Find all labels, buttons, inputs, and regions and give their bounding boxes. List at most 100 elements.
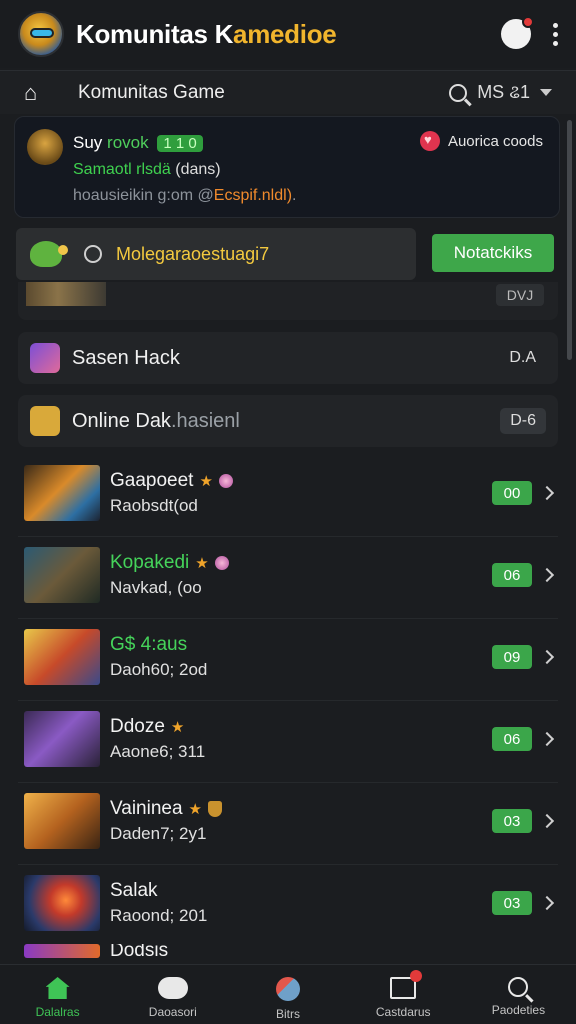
game-badge: 00: [492, 481, 532, 505]
nav-item-games[interactable]: Daoasori: [115, 965, 230, 1024]
search-icon[interactable]: [449, 83, 468, 102]
user-status: Samaotl rlsdä: [73, 161, 171, 178]
chevron-right-icon[interactable]: [539, 731, 555, 747]
app-bar: Komunitas Kamedioe: [0, 0, 576, 68]
overflow-menu-icon[interactable]: [553, 22, 558, 46]
list-item-partial[interactable]: DVJ: [18, 282, 558, 320]
menu-item-label: Sasen Hack: [72, 346, 180, 369]
box-icon: [390, 970, 423, 999]
favorites-link[interactable]: Auorica coods: [419, 131, 543, 151]
announcement-banner[interactable]: Molegaraoestuagi7: [16, 228, 416, 280]
game-row[interactable]: Vaininea ★ Daden7; 2y1 03: [18, 784, 558, 858]
nav-label: Paodeties: [491, 1003, 546, 1017]
game-subtitle: Navkad, (oo: [110, 578, 202, 597]
app-title: Komunitas Kamedioe: [76, 18, 337, 50]
game-subtitle: Raobsdt(od: [110, 496, 198, 515]
radio-icon[interactable]: [84, 245, 102, 263]
game-subtitle: Daoh60; 2od: [110, 660, 208, 679]
game-title: Salak: [110, 880, 158, 901]
chevron-right-icon[interactable]: [539, 895, 555, 911]
game-badge: 06: [492, 727, 532, 751]
scrollbar[interactable]: [567, 120, 572, 360]
hack-icon: [30, 343, 60, 373]
chevron-right-icon[interactable]: [539, 567, 555, 583]
game-title: Gaapoeet ★: [110, 470, 233, 492]
game-badge: 03: [492, 809, 532, 833]
game-thumbnail: [24, 547, 100, 603]
gamepad-icon: [157, 977, 188, 999]
gem-icon: [218, 474, 233, 488]
level-badge: 1 1 0: [157, 135, 203, 152]
game-badge: 06: [492, 563, 532, 587]
search-icon: [508, 977, 529, 997]
notification-dot: [410, 970, 423, 982]
nav-item-inbox[interactable]: Castdarus: [346, 965, 461, 1024]
menu-item-hack[interactable]: Sasen Hack D.A: [18, 332, 558, 384]
nav-label: Daoasori: [148, 1005, 197, 1019]
app-title-accent: amedioe: [233, 18, 337, 49]
menu-item-label: Online Dak.hasienl: [72, 409, 240, 432]
game-thumbnail: [24, 629, 100, 685]
nav-label: Castdarus: [375, 1005, 431, 1019]
turtle-icon: [30, 241, 68, 267]
menu-item-online[interactable]: Online Dak.hasienl D-6: [18, 395, 558, 447]
nav-item-friends[interactable]: Bitrs: [230, 965, 345, 1024]
game-title: Vaininea ★: [110, 798, 222, 820]
game-row[interactable]: Ddoze ★ Aaone6; 311 06: [18, 702, 558, 776]
home-icon[interactable]: ⌂: [24, 80, 50, 106]
gem-icon: [214, 556, 229, 570]
game-row[interactable]: G$ 4:aus Daoh60; 2od 09: [18, 620, 558, 694]
game-thumbnail: [24, 793, 100, 849]
user-info-link[interactable]: Ecspif.nldl): [214, 187, 292, 204]
chevron-down-icon[interactable]: [540, 89, 552, 96]
user-card[interactable]: Suy rovok 1 1 0 Samaotl rlsdä (dans) hoa…: [14, 116, 560, 218]
notification-dot: [522, 16, 534, 28]
home-icon: [45, 977, 70, 999]
app-logo-icon[interactable]: [18, 11, 64, 57]
star-icon: ★: [170, 719, 185, 736]
game-title: Kopakedi ★: [110, 552, 229, 574]
announcement-text: Molegaraoestuagi7: [116, 243, 270, 264]
game-thumbnail: [24, 944, 100, 958]
game-title: G$ 4:aus: [110, 634, 188, 655]
chevron-right-icon[interactable]: [539, 485, 555, 501]
game-subtitle: Daden7; 2y1: [110, 824, 207, 843]
notification-bell-icon[interactable]: [501, 16, 534, 49]
nav-label: Dalalras: [35, 1005, 80, 1019]
avatar[interactable]: [27, 129, 63, 165]
game-badge: 09: [492, 645, 532, 669]
game-subtitle: Raoond; 201: [110, 906, 208, 925]
user-status-extra: (dans): [175, 161, 221, 178]
nav-label: Bitrs: [276, 1007, 300, 1021]
filter-label[interactable]: MS ଌ1: [477, 82, 530, 103]
user-card-line-1: Suy rovok 1 1 0: [73, 133, 203, 153]
online-icon: [30, 406, 60, 436]
game-thumbnail: [24, 465, 100, 521]
game-row-partial[interactable]: Dodsis: [18, 944, 558, 964]
game-thumbnail: [24, 875, 100, 931]
game-title: Ddoze ★: [110, 716, 185, 737]
star-icon: ★: [188, 801, 202, 818]
menu-item-code: D-6: [500, 408, 546, 434]
game-row[interactable]: Gaapoeet ★ Raobsdt(od 00: [18, 456, 558, 530]
game-row[interactable]: Salak Raoond; 201 03: [18, 866, 558, 940]
user-info-text: hoausieikin g:om @: [73, 187, 214, 204]
row-code: DVJ: [496, 284, 544, 306]
game-thumbnail: [24, 711, 100, 767]
nav-item-search[interactable]: Paodeties: [461, 965, 576, 1024]
game-row[interactable]: Kopakedi ★ Navkad, (oo 06: [18, 538, 558, 612]
user-handle: rovok: [107, 133, 149, 152]
section-header: ⌂ Komunitas Game MS ଌ1: [0, 70, 576, 114]
nav-item-home[interactable]: Dalalras: [0, 965, 115, 1024]
favorites-label: Auorica coods: [447, 132, 543, 150]
menu-item-code: D.A: [509, 349, 536, 366]
chevron-right-icon[interactable]: [539, 649, 555, 665]
people-icon: [276, 977, 300, 1001]
notifications-button[interactable]: Notatckiks: [432, 234, 554, 272]
app-title-main: Komunitas K: [76, 18, 234, 49]
user-card-line-2: Samaotl rlsdä (dans): [73, 161, 221, 179]
bottom-navigation: Dalalras Daoasori Bitrs Castdarus Paodet…: [0, 964, 576, 1024]
chevron-right-icon[interactable]: [539, 813, 555, 829]
section-title: Komunitas Game: [78, 81, 225, 103]
user-info-end: .: [292, 187, 297, 204]
